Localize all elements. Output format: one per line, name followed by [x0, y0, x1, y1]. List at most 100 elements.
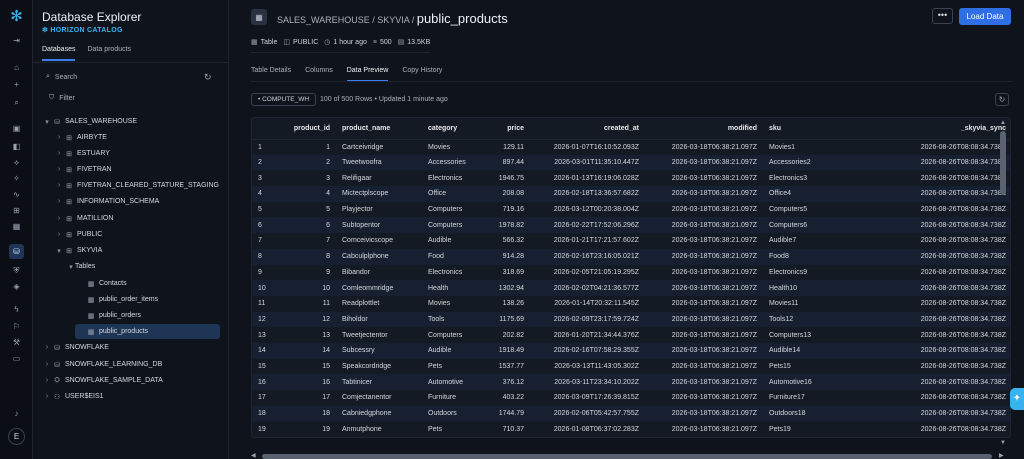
tree-item[interactable]: › ⊞ PUBLIC — [33, 227, 229, 242]
table-cell[interactable]: 2026-08-26T08:08:34.738Z — [843, 421, 1010, 437]
table-cell[interactable]: 1918.49 — [488, 342, 530, 359]
table-cell[interactable]: 2026-03-18T06:38:21.097Z — [645, 405, 763, 422]
table-cell[interactable]: 16 — [284, 374, 336, 390]
chevron-right-icon[interactable]: › — [55, 166, 63, 173]
tree-item[interactable]: › ⊞ MATILLION — [33, 211, 229, 226]
table-cell[interactable]: Computers — [422, 217, 488, 234]
table-cell[interactable]: Food — [422, 248, 488, 265]
column-header[interactable] — [252, 118, 284, 140]
bell-icon[interactable]: ♪ — [10, 407, 23, 420]
column-header[interactable]: category — [422, 118, 488, 140]
table-cell[interactable]: Readplottlet — [336, 295, 422, 312]
tab-databases[interactable]: Databases — [42, 46, 76, 61]
table-cell[interactable]: Furniture17 — [763, 390, 843, 406]
row-number[interactable]: 16 — [252, 374, 284, 390]
tree-item[interactable]: › ⊞ AIRBYTE — [33, 130, 229, 145]
table-cell[interactable]: Electronics3 — [763, 170, 843, 187]
table-cell[interactable]: 2026-03-18T06:38:21.097Z — [645, 217, 763, 234]
table-cell[interactable]: 719.16 — [488, 201, 530, 218]
table-cell[interactable]: 2026-02-16T07:58:29.355Z — [530, 342, 645, 359]
table-cell[interactable]: 202.82 — [488, 327, 530, 343]
activity-icon[interactable]: ∿ — [10, 188, 23, 201]
column-header[interactable]: _skyvia_sync — [843, 118, 1010, 140]
table-cell[interactable]: 1537.77 — [488, 358, 530, 375]
table-cell[interactable]: 566.32 — [488, 233, 530, 249]
row-number[interactable]: 4 — [252, 186, 284, 202]
table-cell[interactable]: 2026-03-18T06:38:21.097Z — [645, 201, 763, 218]
graph-icon[interactable]: ⟡ — [10, 156, 23, 169]
table-row[interactable]: 4 4 Mictectplscope Office 208.08 2026-02-18T1… — [252, 186, 1010, 202]
table-cell[interactable]: 2026-08-26T08:08:34.738Z — [843, 201, 1010, 218]
table-row[interactable]: 9 9 Bibandor Electronics 318.69 2026-02-05T21… — [252, 264, 1010, 281]
tree-item[interactable]: ▦ public_products — [75, 324, 220, 339]
table-cell[interactable]: Health10 — [763, 280, 843, 296]
table-cell[interactable]: 1175.69 — [488, 311, 530, 328]
table-cell[interactable]: 14 — [284, 342, 336, 359]
row-number[interactable]: 1 — [252, 139, 284, 155]
table-row[interactable]: 16 16 Tabtinicer Automotive 376.12 2026-03-11… — [252, 374, 1010, 390]
table-cell[interactable]: Movies — [422, 139, 488, 155]
refresh-preview-button[interactable]: ↻ — [995, 93, 1009, 106]
chevron-right-icon[interactable]: › — [55, 150, 63, 157]
table-cell[interactable]: Subtopentor — [336, 217, 422, 234]
table-cell[interactable]: 2026-03-18T06:38:21.097Z — [645, 139, 763, 155]
table-cell[interactable]: 6 — [284, 217, 336, 234]
table-cell[interactable]: Comjectanentor — [336, 390, 422, 406]
table-cell[interactable]: 1946.75 — [488, 170, 530, 187]
table-cell[interactable]: Food8 — [763, 248, 843, 265]
tree-item[interactable]: ▦ public_order_items — [33, 292, 229, 307]
table-cell[interactable]: Pets15 — [763, 358, 843, 375]
table-row[interactable]: 19 19 Anmutphone Pets 710.37 2026-01-08T06:37… — [252, 421, 1010, 437]
table-cell[interactable]: Computers — [422, 327, 488, 343]
table-cell[interactable]: Biholdor — [336, 311, 422, 328]
chevron-right-icon[interactable]: › — [55, 134, 63, 141]
table-cell[interactable]: 2026-08-26T08:08:34.738Z — [843, 342, 1010, 359]
table-cell[interactable]: 710.37 — [488, 421, 530, 437]
table-cell[interactable]: 138.26 — [488, 295, 530, 312]
row-number[interactable]: 3 — [252, 170, 284, 187]
table-cell[interactable]: 1 — [284, 139, 336, 155]
tools-icon[interactable]: ⚒ — [10, 336, 23, 349]
table-cell[interactable]: 1978.82 — [488, 217, 530, 234]
filter-button[interactable]: ⛉ Filter — [49, 94, 75, 102]
table-cell[interactable]: 2026-08-26T08:08:34.738Z — [843, 217, 1010, 234]
table-cell[interactable]: Movies1 — [763, 139, 843, 155]
table-cell[interactable]: Speakcordridge — [336, 358, 422, 375]
database-icon[interactable]: ⛁ — [9, 244, 24, 259]
table-cell[interactable]: Health — [422, 280, 488, 296]
grid-icon[interactable]: ▦ — [10, 220, 23, 233]
table-cell[interactable]: 17 — [284, 390, 336, 406]
chevron-right-icon[interactable]: › — [43, 393, 51, 400]
breadcrumb-path[interactable]: SALES_WAREHOUSE / SKYVIA / — [277, 15, 417, 25]
table-cell[interactable]: Audible — [422, 233, 488, 249]
table-cell[interactable]: 2026-03-18T06:38:21.097Z — [645, 374, 763, 390]
table-cell[interactable]: Pets — [422, 421, 488, 437]
table-cell[interactable]: Movies11 — [763, 295, 843, 312]
apps-icon[interactable]: ⊞ — [10, 204, 23, 217]
tree-item[interactable]: › ⛁ SNOWFLAKE — [33, 340, 229, 355]
row-number[interactable]: 13 — [252, 327, 284, 343]
table-cell[interactable]: 2026-02-18T13:36:57.682Z — [530, 186, 645, 202]
table-cell[interactable]: 897.44 — [488, 154, 530, 171]
ai-icon[interactable]: ✧ — [10, 172, 23, 185]
table-cell[interactable]: 2026-03-18T06:38:21.097Z — [645, 186, 763, 202]
table-cell[interactable]: 2026-03-12T00:20:38.004Z — [530, 201, 645, 218]
table-cell[interactable]: 2026-02-09T23:17:59.724Z — [530, 311, 645, 328]
table-cell[interactable]: 1302.94 — [488, 280, 530, 296]
scroll-right-arrow-icon[interactable]: ▶ — [999, 452, 1004, 459]
chevron-right-icon[interactable]: › — [55, 231, 63, 238]
table-cell[interactable]: Tweetwoofra — [336, 154, 422, 171]
table-cell[interactable]: 2026-08-26T08:08:34.738Z — [843, 154, 1010, 171]
table-row[interactable]: 12 12 Biholdor Tools 1175.69 2026-02-09T23:17… — [252, 311, 1010, 328]
table-cell[interactable]: Subcessry — [336, 342, 422, 359]
warehouse-selector[interactable]: • COMPUTE_WH — [251, 93, 317, 106]
table-cell[interactable]: Furniture — [422, 390, 488, 406]
projects-icon[interactable]: ▣ — [10, 122, 23, 135]
table-row[interactable]: 10 10 Comleommridge Health 1302.94 2026-02-02… — [252, 280, 1010, 296]
table-row[interactable]: 17 17 Comjectanentor Furniture 403.22 2026-03… — [252, 390, 1010, 406]
horizontal-scrollbar[interactable] — [262, 454, 992, 459]
table-cell[interactable]: Audible14 — [763, 342, 843, 359]
table-cell[interactable]: 2026-03-01T11:35:10.447Z — [530, 154, 645, 171]
tab-columns[interactable]: Columns — [305, 67, 333, 82]
table-cell[interactable]: 2026-03-18T06:38:21.097Z — [645, 264, 763, 281]
